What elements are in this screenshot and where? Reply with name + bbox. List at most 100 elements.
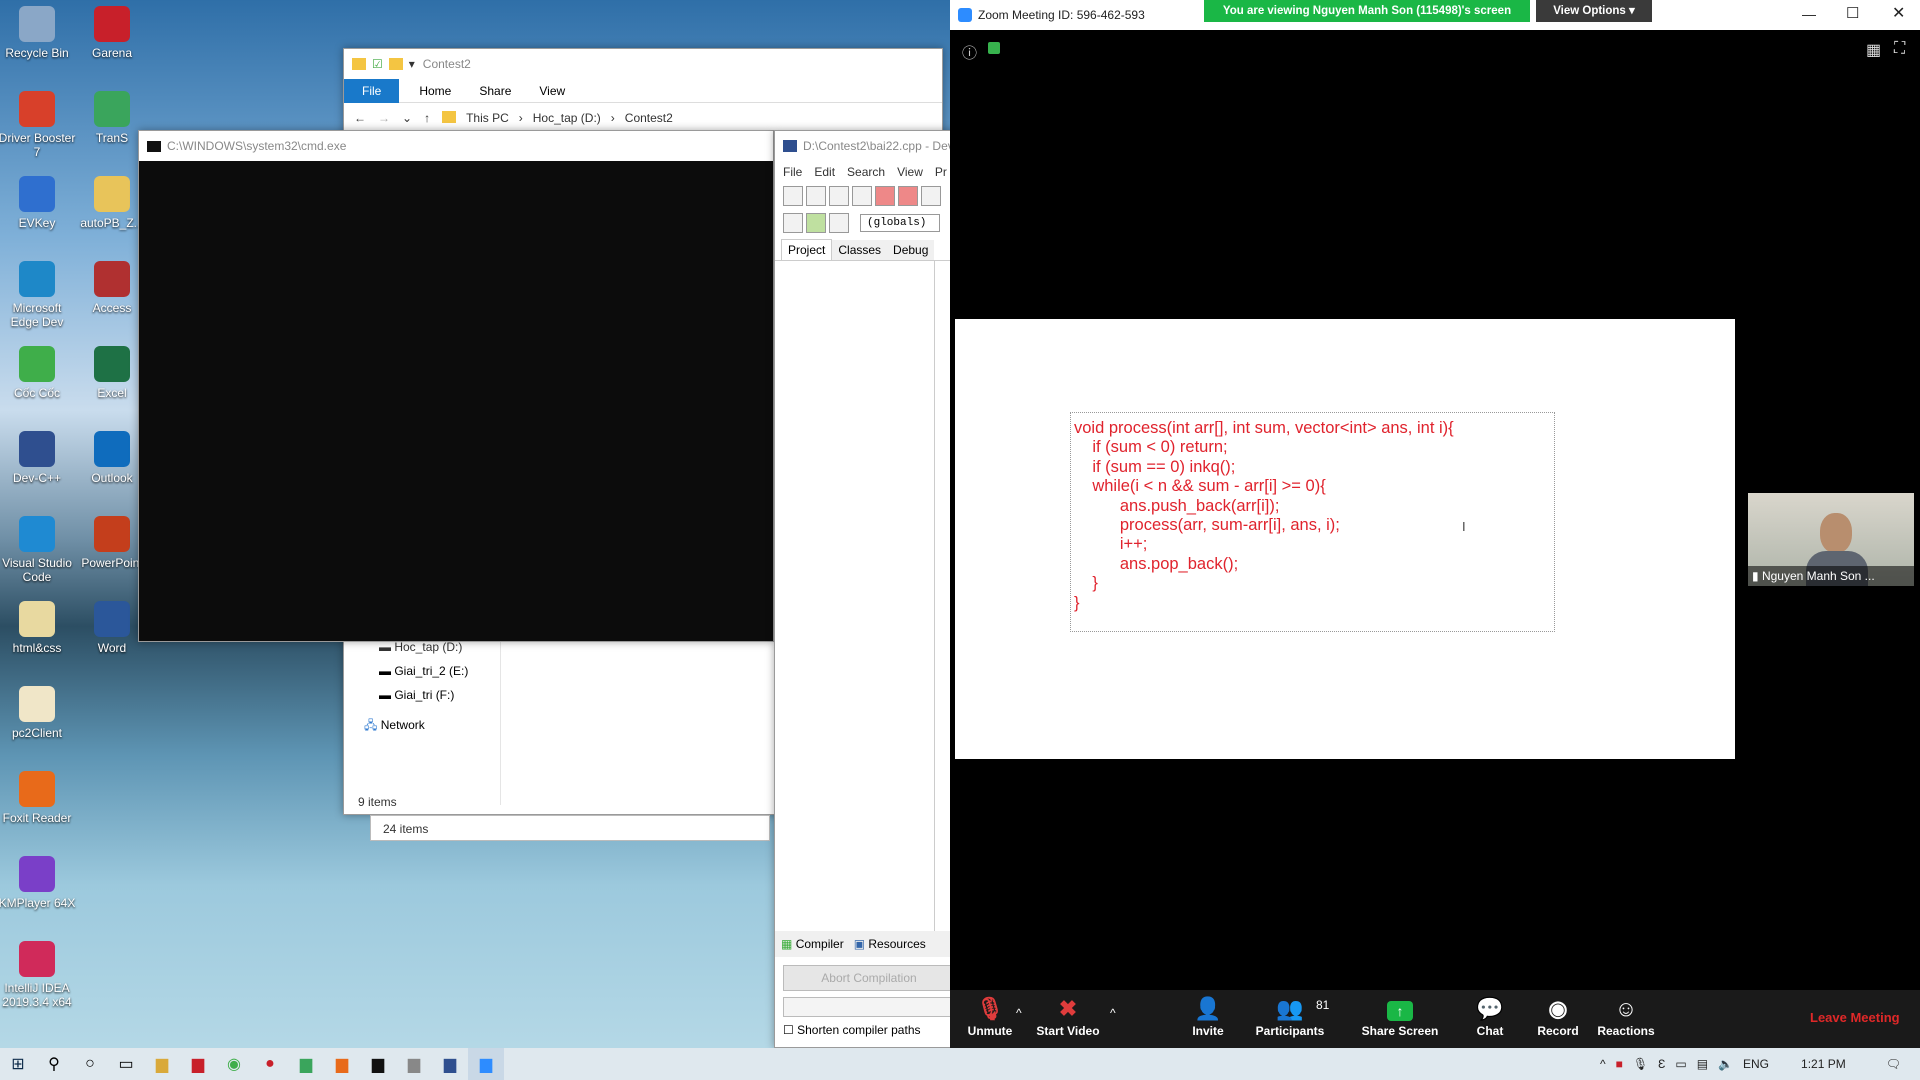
print-icon[interactable] bbox=[921, 186, 941, 206]
close-file-icon[interactable] bbox=[875, 186, 895, 206]
tab-debug[interactable]: Debug bbox=[887, 240, 935, 260]
taskbar-cmd-icon[interactable]: ▆ bbox=[360, 1048, 396, 1080]
globals-select[interactable]: (globals) bbox=[860, 214, 940, 232]
audio-options-caret[interactable]: ^ bbox=[1016, 1006, 1022, 1020]
dropdown-icon[interactable]: ▾ bbox=[409, 57, 415, 71]
desktop-icon[interactable]: IntelliJ IDEA 2019.3.4 x64 bbox=[0, 941, 76, 1009]
tray-chevron-up-icon[interactable]: ^ bbox=[1600, 1057, 1606, 1071]
tab-resources[interactable]: ▣ Resources bbox=[854, 937, 926, 951]
invite-button[interactable]: 👤 Invite bbox=[1168, 988, 1248, 1048]
tab-project[interactable]: Project bbox=[781, 239, 833, 260]
task-view-icon[interactable]: ▭ bbox=[108, 1048, 144, 1080]
share-screen-button[interactable]: ↑ Share Screen bbox=[1350, 988, 1450, 1048]
tray-battery-icon[interactable]: ▭ bbox=[1675, 1057, 1686, 1071]
reactions-button[interactable]: ☺ Reactions bbox=[1586, 988, 1666, 1048]
forward-icon[interactable]: → bbox=[378, 111, 390, 125]
close-button[interactable]: ✕ bbox=[1892, 3, 1905, 23]
zoom-titlebar[interactable]: Zoom Meeting ID: 596-462-593 You are vie… bbox=[950, 0, 1920, 30]
save-icon[interactable] bbox=[829, 186, 849, 206]
lock-icon[interactable] bbox=[988, 42, 1000, 54]
bookmark-icon[interactable] bbox=[829, 213, 849, 233]
menu-search[interactable]: Search bbox=[847, 165, 885, 179]
taskbar-devcpp-icon[interactable]: ▆ bbox=[432, 1048, 468, 1080]
view-options-button[interactable]: View Options ▾ bbox=[1536, 0, 1652, 22]
maximize-button[interactable]: ☐ bbox=[1846, 4, 1859, 22]
taskbar-explorer-icon[interactable]: ▆ bbox=[144, 1048, 180, 1080]
taskbar-garena-icon[interactable]: ▆ bbox=[180, 1048, 216, 1080]
open-icon[interactable] bbox=[806, 186, 826, 206]
leave-meeting-button[interactable]: Leave Meeting bbox=[1810, 1010, 1900, 1025]
code-textbox[interactable]: void process(int arr[], int sum, vector<… bbox=[1070, 412, 1555, 632]
desktop-icon[interactable]: KMPlayer 64X bbox=[0, 856, 76, 910]
start-button[interactable]: ⊞ bbox=[0, 1048, 36, 1080]
project-panel[interactable] bbox=[775, 261, 935, 931]
devcpp-titlebar[interactable]: D:\Contest2\bai22.cpp - Dev bbox=[775, 131, 963, 161]
nav-item-network[interactable]: 🖧 Network bbox=[364, 713, 504, 737]
desktop-icon[interactable]: Visual Studio Code bbox=[0, 516, 76, 584]
new-file-icon[interactable] bbox=[783, 186, 803, 206]
desktop-icon[interactable]: Foxit Reader bbox=[0, 771, 76, 825]
notifications-icon[interactable]: 🗨 bbox=[1886, 1057, 1901, 1071]
cmd-window[interactable]: C:\WINDOWS\system32\cmd.exe bbox=[138, 130, 774, 642]
breadcrumb-this-pc[interactable]: This PC bbox=[466, 111, 509, 125]
save-all-icon[interactable] bbox=[852, 186, 872, 206]
breadcrumb-drive[interactable]: Hoc_tap (D:) bbox=[533, 111, 601, 125]
desktop-icon[interactable]: Garena bbox=[73, 6, 151, 60]
tray-app-icon[interactable]: ■ bbox=[1616, 1057, 1623, 1071]
goto-icon[interactable] bbox=[806, 213, 826, 233]
nav-item-drive-f[interactable]: ▬ Giai_tri (F:) bbox=[379, 683, 504, 707]
info-icon[interactable]: ⓘ bbox=[962, 42, 977, 63]
ribbon-tab-file[interactable]: File bbox=[344, 78, 400, 103]
back-icon[interactable]: ← bbox=[354, 111, 366, 125]
cmd-titlebar[interactable]: C:\WINDOWS\system32\cmd.exe bbox=[139, 131, 773, 161]
start-video-button[interactable]: ✖ Start Video bbox=[1028, 988, 1108, 1048]
breadcrumb-folder[interactable]: Contest2 bbox=[625, 111, 673, 125]
tray-mic-icon[interactable]: 🎙 bbox=[1633, 1057, 1648, 1071]
desktop-icon[interactable]: Driver Booster 7 bbox=[0, 91, 76, 159]
desktop-icon[interactable]: EVKey bbox=[0, 176, 76, 230]
menu-edit[interactable]: Edit bbox=[814, 165, 835, 179]
gallery-view-icon[interactable]: ▦ bbox=[1866, 40, 1881, 60]
breadcrumb[interactable]: This PC › Hoc_tap (D:) › Contest2 bbox=[442, 111, 673, 125]
search-icon[interactable]: ⚲ bbox=[36, 1048, 72, 1080]
tab-compiler[interactable]: ▦ Compiler bbox=[781, 937, 844, 951]
nav-item-drive-e[interactable]: ▬ Giai_tri_2 (E:) bbox=[379, 659, 504, 683]
shorten-paths-checkbox[interactable]: ☐ Shorten compiler paths bbox=[783, 1023, 955, 1037]
taskbar-trans-icon[interactable]: ▆ bbox=[288, 1048, 324, 1080]
menu-file[interactable]: File bbox=[783, 165, 802, 179]
desktop-icon[interactable]: Cốc Cốc bbox=[0, 346, 76, 400]
tab-classes[interactable]: Classes bbox=[832, 240, 888, 260]
devcpp-window[interactable]: D:\Contest2\bai22.cpp - Dev File Edit Se… bbox=[774, 130, 964, 1048]
desktop-icon[interactable]: Microsoft Edge Dev bbox=[0, 261, 76, 329]
up-icon[interactable]: ↑ bbox=[424, 111, 430, 125]
taskbar-notepad-icon[interactable]: ▆ bbox=[396, 1048, 432, 1080]
tray-volume-icon[interactable]: 🔈 bbox=[1718, 1057, 1733, 1071]
tray-ime-icon[interactable]: Ɛ bbox=[1658, 1057, 1665, 1071]
desktop-icon[interactable]: html&css bbox=[0, 601, 76, 655]
desktop-icon[interactable]: Dev-C++ bbox=[0, 431, 76, 485]
tray-language[interactable]: ENG bbox=[1743, 1057, 1769, 1071]
desktop-icon[interactable]: pc2Client bbox=[0, 686, 76, 740]
taskbar-coccoc-icon[interactable]: ◉ bbox=[216, 1048, 252, 1080]
taskbar-foxit-icon[interactable]: ▆ bbox=[324, 1048, 360, 1080]
menu-project[interactable]: Pr bbox=[935, 165, 947, 179]
abort-compilation-button[interactable]: Abort Compilation bbox=[783, 965, 955, 991]
check-icon[interactable]: ☑ bbox=[372, 57, 383, 71]
close-all-icon[interactable] bbox=[898, 186, 918, 206]
participant-video[interactable]: ▮ Nguyen Manh Son ... bbox=[1748, 493, 1914, 586]
shared-screen[interactable]: void process(int arr[], int sum, vector<… bbox=[955, 319, 1735, 759]
participants-button[interactable]: 👥 Participants bbox=[1250, 988, 1330, 1048]
taskbar-app-red-icon[interactable]: ● bbox=[252, 1048, 288, 1080]
fullscreen-icon[interactable]: ⛶ bbox=[1894, 40, 1905, 58]
desktop-icon[interactable]: Recycle Bin bbox=[0, 6, 76, 60]
cmd-console[interactable] bbox=[139, 161, 773, 641]
indent-icon[interactable] bbox=[783, 213, 803, 233]
chevron-down-icon[interactable]: ⌄ bbox=[402, 111, 412, 125]
ribbon-tab-view[interactable]: View bbox=[539, 84, 565, 98]
tray-network-icon[interactable]: ▤ bbox=[1697, 1057, 1708, 1071]
tray-clock[interactable]: 1:21 PM bbox=[1801, 1057, 1846, 1071]
minimize-button[interactable]: — bbox=[1802, 6, 1816, 22]
ribbon-tab-share[interactable]: Share bbox=[479, 84, 511, 98]
cortana-icon[interactable]: ○ bbox=[72, 1048, 108, 1080]
video-options-caret[interactable]: ^ bbox=[1110, 1006, 1116, 1020]
